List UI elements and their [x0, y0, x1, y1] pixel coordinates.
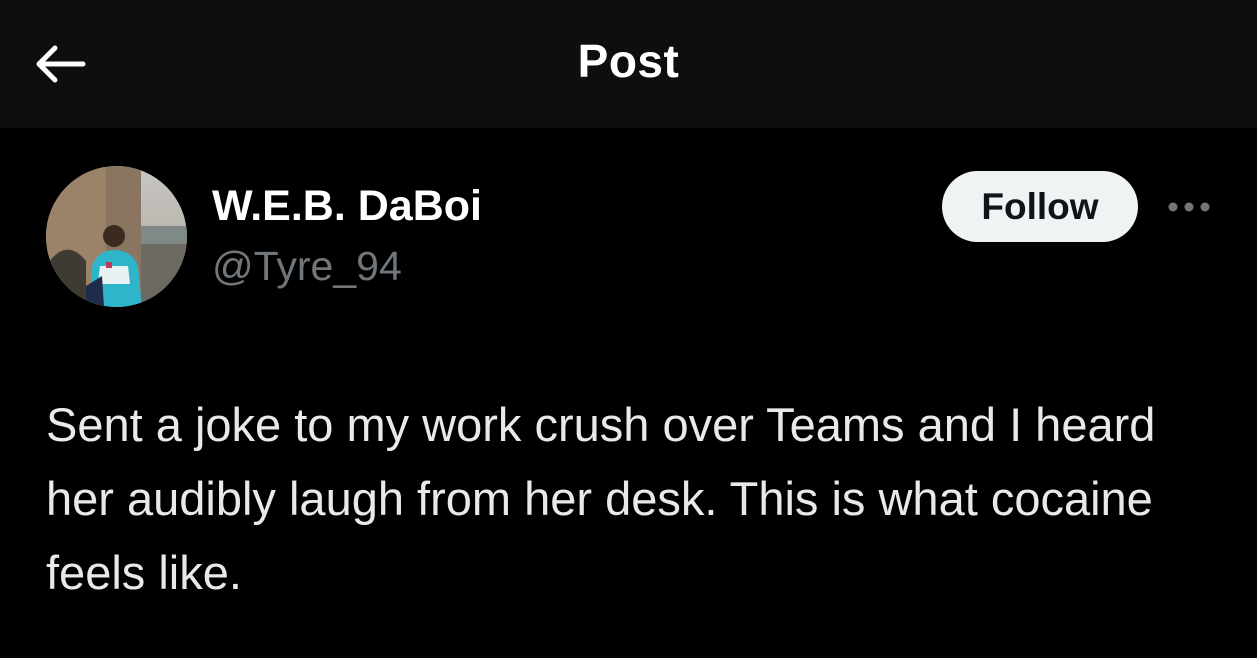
user-handle[interactable]: @Tyre_94: [212, 243, 402, 290]
page-title: Post: [577, 35, 680, 87]
more-options-button[interactable]: [1162, 190, 1216, 224]
follow-button[interactable]: Follow: [942, 171, 1138, 242]
profile-photo: [46, 166, 187, 307]
avatar[interactable]: [46, 166, 187, 307]
more-horizontal-icon: [1168, 202, 1210, 212]
post-text: Sent a joke to my work crush over Teams …: [46, 398, 1156, 599]
display-name[interactable]: W.E.B. DaBoi: [212, 182, 482, 231]
top-bar: Post: [0, 0, 1257, 128]
